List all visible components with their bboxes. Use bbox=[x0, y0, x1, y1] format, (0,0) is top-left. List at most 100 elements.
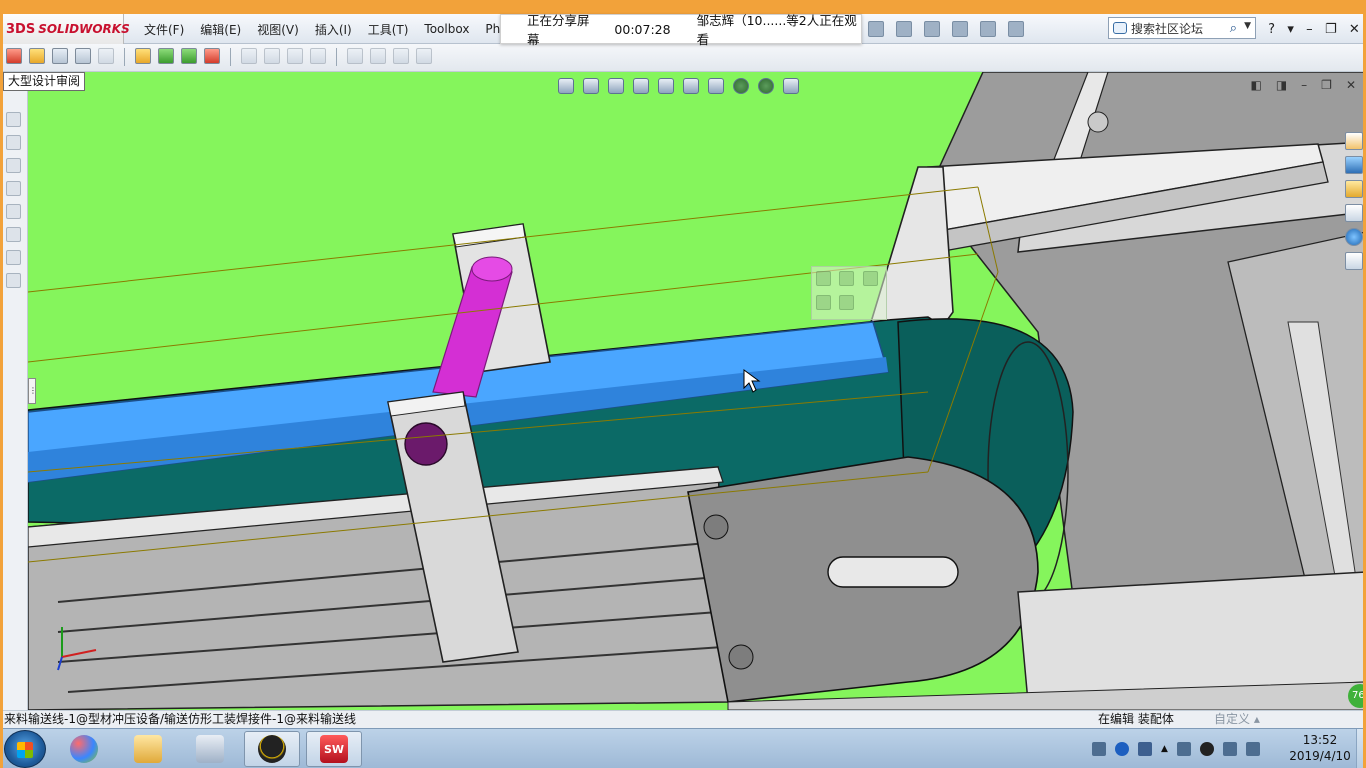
open-part-icon[interactable] bbox=[816, 271, 831, 286]
smart-dimension-icon[interactable] bbox=[6, 135, 21, 150]
table-icon[interactable] bbox=[393, 48, 409, 64]
share-frame-left bbox=[0, 0, 3, 768]
network-share-icon[interactable] bbox=[1138, 742, 1152, 756]
ds-logo-mark: 3DS bbox=[6, 21, 36, 37]
share-viewers[interactable]: 邹志辉（10......等2人正在观看 bbox=[671, 10, 861, 48]
zoom-area-icon[interactable] bbox=[583, 78, 599, 94]
model-render[interactable] bbox=[28, 72, 1366, 710]
copy-icon[interactable] bbox=[287, 48, 303, 64]
signal-icon[interactable] bbox=[1245, 742, 1260, 756]
volume-icon[interactable] bbox=[1222, 742, 1237, 756]
previous-view-icon[interactable] bbox=[608, 78, 624, 94]
help-tray-icon[interactable] bbox=[1115, 742, 1129, 756]
options-icon[interactable] bbox=[1008, 21, 1024, 37]
design-library-icon[interactable] bbox=[1345, 180, 1363, 198]
print-preview-icon[interactable] bbox=[370, 48, 386, 64]
status-custom[interactable]: 自定义 ▴ bbox=[1214, 711, 1260, 728]
viewport-minimize-button[interactable]: – bbox=[1301, 78, 1307, 92]
edit-component-icon[interactable] bbox=[839, 271, 855, 286]
chevron-down-icon[interactable]: ▼ bbox=[1244, 21, 1251, 31]
viewport-restore-button[interactable]: ❐ bbox=[1321, 78, 1332, 92]
taskbar-app-calculator[interactable] bbox=[182, 731, 238, 767]
minimize-button[interactable]: – bbox=[1306, 22, 1313, 37]
select-icon[interactable] bbox=[924, 21, 940, 37]
menu-insert[interactable]: 插入(I) bbox=[307, 21, 360, 38]
file-explorer-icon[interactable] bbox=[1345, 204, 1363, 222]
keyboard-icon[interactable] bbox=[1092, 742, 1106, 756]
hide-show-icon[interactable] bbox=[708, 78, 724, 94]
view-orientation-icon[interactable] bbox=[658, 78, 674, 94]
menu-tools[interactable]: 工具(T) bbox=[360, 21, 417, 38]
panel-collapse-handle[interactable]: ⋮ bbox=[28, 378, 37, 404]
zoom-to-fit-icon[interactable] bbox=[558, 78, 574, 94]
screen: 3DS SOLIDWORKS 文件(F) 编辑(E) 视图(V) 插入(I) 工… bbox=[0, 0, 1366, 768]
resources-icon[interactable] bbox=[1345, 156, 1363, 174]
edit-appearance-icon[interactable] bbox=[733, 78, 749, 94]
display-style-icon[interactable] bbox=[683, 78, 699, 94]
device-icon[interactable] bbox=[1176, 742, 1191, 756]
heads-up-view-toolbar bbox=[558, 78, 799, 94]
section-view-icon[interactable] bbox=[633, 78, 649, 94]
solidworks-logo[interactable]: 3DS SOLIDWORKS bbox=[0, 14, 130, 44]
taskbar-app-media[interactable] bbox=[56, 731, 112, 767]
file-properties-icon[interactable] bbox=[980, 21, 996, 37]
restore-button[interactable]: ❐ bbox=[1325, 22, 1337, 37]
viewport-close-button[interactable]: ✕ bbox=[1346, 78, 1356, 92]
snapshot-icon[interactable] bbox=[75, 48, 91, 64]
surface-finish-icon[interactable] bbox=[6, 227, 21, 242]
toolbox-icon[interactable] bbox=[204, 48, 220, 64]
close-button[interactable]: ✕ bbox=[1349, 22, 1360, 37]
help-button[interactable]: ? bbox=[1268, 22, 1275, 37]
menu-view[interactable]: 视图(V) bbox=[249, 21, 307, 38]
datum-icon[interactable] bbox=[6, 273, 21, 288]
print-icon[interactable] bbox=[868, 21, 884, 37]
viewport-prev-icon[interactable]: ◧ bbox=[1250, 78, 1261, 92]
menu-toolbox[interactable]: Toolbox bbox=[416, 22, 477, 36]
measure-icon[interactable] bbox=[98, 48, 114, 64]
bolt-head bbox=[1087, 111, 1109, 133]
system-clock[interactable]: 13:52 2019/4/10 bbox=[1282, 732, 1358, 764]
balloon-icon[interactable] bbox=[6, 204, 21, 219]
relations-icon[interactable] bbox=[6, 158, 21, 173]
custom-properties-icon[interactable] bbox=[1345, 252, 1363, 270]
community-search-input[interactable]: 搜索社区论坛 ⌕ ▼ bbox=[1108, 17, 1256, 39]
home-icon[interactable] bbox=[1345, 132, 1363, 150]
sheet-icon[interactable] bbox=[347, 48, 363, 64]
zoom-icon[interactable] bbox=[241, 48, 257, 64]
image-icon[interactable] bbox=[416, 48, 432, 64]
rebuild-icon[interactable] bbox=[952, 21, 968, 37]
qq-tray-icon[interactable] bbox=[1199, 742, 1214, 756]
graphics-viewport[interactable]: ◧ ◨ – ❐ ✕ bbox=[28, 72, 1366, 710]
move-component-icon[interactable] bbox=[839, 295, 855, 310]
taskbar-app-qq[interactable] bbox=[244, 731, 300, 767]
clock-date: 2019/4/10 bbox=[1289, 749, 1351, 763]
assembly-icon[interactable] bbox=[135, 48, 151, 64]
weld-symbol-icon[interactable] bbox=[6, 250, 21, 265]
sketch-icon[interactable] bbox=[6, 112, 21, 127]
start-button[interactable] bbox=[4, 730, 46, 768]
share-timer: 00:07:28 bbox=[614, 21, 671, 37]
lightweight-icon[interactable] bbox=[29, 48, 45, 64]
insert-components-icon[interactable] bbox=[158, 48, 174, 64]
taskbar-app-solidworks[interactable]: SW bbox=[306, 731, 362, 767]
scale-icon[interactable] bbox=[310, 48, 326, 64]
walkthrough-icon[interactable] bbox=[6, 48, 22, 64]
note-icon[interactable] bbox=[6, 181, 21, 196]
list-icon[interactable] bbox=[264, 48, 280, 64]
menu-file[interactable]: 文件(F) bbox=[136, 21, 192, 38]
tray-expand-icon[interactable]: ▲ bbox=[1161, 744, 1168, 754]
open-drawing-icon[interactable] bbox=[52, 48, 68, 64]
pin-hole bbox=[404, 422, 448, 466]
menu-edit[interactable]: 编辑(E) bbox=[192, 21, 249, 38]
mate-icon[interactable] bbox=[181, 48, 197, 64]
view-settings-icon[interactable] bbox=[783, 78, 799, 94]
help-menu-button[interactable]: ▾ bbox=[1287, 22, 1294, 37]
apply-scene-icon[interactable] bbox=[758, 78, 774, 94]
select-other-icon[interactable] bbox=[816, 295, 831, 310]
undo-icon[interactable] bbox=[896, 21, 912, 37]
appearances-icon[interactable] bbox=[1345, 228, 1363, 246]
viewport-next-icon[interactable]: ◨ bbox=[1276, 78, 1287, 92]
taskbar-app-explorer[interactable] bbox=[120, 731, 176, 767]
search-icon[interactable]: ⌕ bbox=[1230, 21, 1237, 36]
component-properties-icon[interactable] bbox=[862, 271, 878, 286]
